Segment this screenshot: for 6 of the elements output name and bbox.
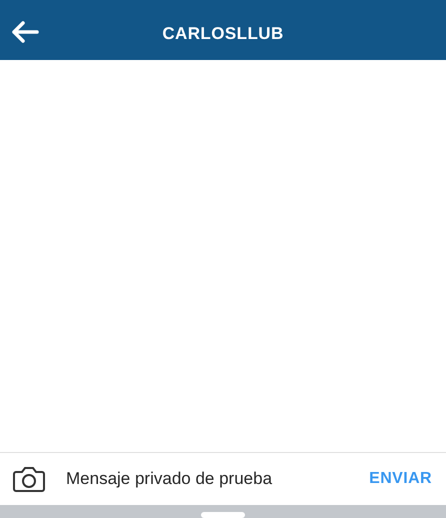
back-arrow-icon bbox=[11, 21, 39, 43]
camera-icon bbox=[12, 465, 46, 493]
camera-button[interactable] bbox=[12, 464, 46, 494]
message-field[interactable]: Mensaje privado de prueba bbox=[66, 466, 362, 492]
back-button[interactable] bbox=[10, 18, 40, 46]
header-title: CARLOSLLUB bbox=[162, 23, 284, 46]
